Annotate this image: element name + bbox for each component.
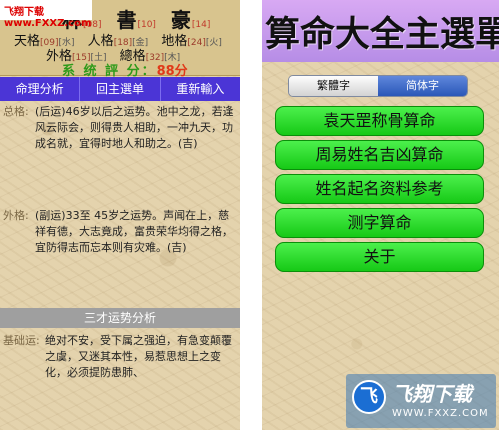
traditional-chinese-option[interactable]: 繁體字	[289, 76, 378, 96]
wai-ge-para-text: (副运)33至 45岁之运势。声闻在上，慈祥有德，大志竟成，富贵荣华均得之格，宜…	[35, 209, 233, 254]
tian-ge-label: 天格	[14, 34, 41, 49]
fxxz-logo-url: WWW.FXXZ.COM	[392, 408, 489, 419]
name-char-2: 書	[116, 8, 137, 32]
fxxz-logo-brand: 飞翔下载	[392, 382, 472, 406]
name-char-3-strokes: [14]	[191, 20, 211, 30]
character-fortune-button[interactable]: 测字算命	[275, 208, 484, 238]
wai-ge-paragraph: 外格: (副运)33至 45岁之运势。声闻在上，慈祥有德，大志竟成，富贵荣华均得…	[3, 208, 237, 256]
foundation-luck-text: 绝对不安，受下属之强迫，有急变颠覆之虞，又迷其本性，易惹思想上之变化，必须提防患…	[45, 334, 232, 379]
name-analysis-panel: 林[08] 書[10] 豪[14] 天格[09][水] 人格[18][金] 地格…	[0, 0, 240, 430]
sancai-section-header: 三才运势分析	[0, 308, 240, 328]
name-char-2-strokes: [10]	[137, 20, 156, 30]
action-tab-bar: 命理分析 回主選单 重新輸入	[0, 77, 240, 101]
tab-destiny-analysis[interactable]: 命理分析	[0, 77, 81, 101]
about-button[interactable]: 关于	[275, 242, 484, 272]
foundation-luck-paragraph: 基础运: 绝对不安，受下属之强迫，有急变颠覆之虞，又迷其本性，易惹思想上之变化，…	[3, 333, 237, 381]
tab-re-enter[interactable]: 重新輸入	[161, 77, 240, 101]
foundation-luck-label: 基础运:	[3, 334, 40, 347]
di-ge-num: [24]	[187, 38, 206, 48]
script-toggle: 繁體字 简体字	[288, 75, 468, 97]
naming-reference-button[interactable]: 姓名起名资料参考	[275, 174, 484, 204]
simplified-chinese-option[interactable]: 简体字	[378, 76, 467, 96]
zong-ge-paragraph: 总格: (后运)46岁以后之运势。池中之龙，若逢风云际会，则得贵人相助，一冲九天…	[3, 104, 237, 152]
wai-ge-para-label: 外格:	[3, 209, 29, 222]
main-menu-panel: 算命大全主選單 繁體字 简体字 袁天罡称骨算命 周易姓名吉凶算命 姓名起名资料参…	[262, 0, 499, 430]
fxxz-logo: 飞 飞翔下载 WWW.FXXZ.COM	[346, 374, 496, 428]
bone-weight-fortune-button[interactable]: 袁天罡称骨算命	[275, 106, 484, 136]
watermark-text: 飞翔下载 www.FXXZ.com	[0, 0, 92, 29]
zong-ge-para-label: 总格:	[3, 105, 29, 118]
zhouyi-name-fortune-button[interactable]: 周易姓名吉凶算命	[275, 140, 484, 170]
app-title: 算命大全主選單	[265, 14, 499, 55]
di-ge-wuxing: [火]	[205, 38, 222, 48]
tab-main-menu[interactable]: 回主選单	[80, 77, 161, 101]
title-banner: 算命大全主選單	[262, 0, 499, 62]
fxxz-logo-mark: 飞	[352, 380, 386, 414]
name-char-3: 豪	[170, 8, 191, 32]
zong-ge-para-text: (后运)46岁以后之运势。池中之龙，若逢风云际会，则得贵人相助，一冲九天，功成名…	[35, 105, 234, 150]
